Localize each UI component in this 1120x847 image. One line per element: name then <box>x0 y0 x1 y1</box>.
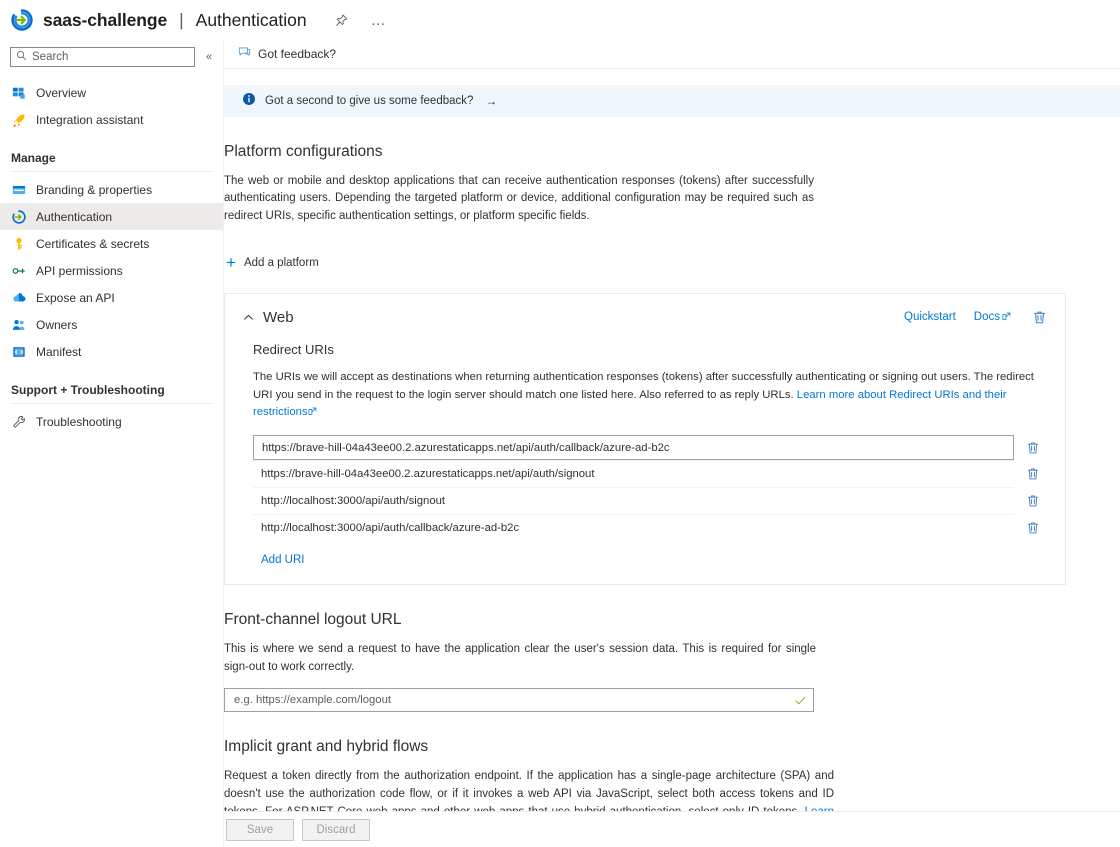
sidebar-item-integration-assistant[interactable]: Integration assistant <box>0 106 223 133</box>
cloud-icon <box>11 290 27 306</box>
implicit-grant-title: Implicit grant and hybrid flows <box>224 738 429 756</box>
sidebar-group-title-manage: Manage <box>11 151 56 165</box>
sidebar-item-label: Certificates & secrets <box>36 236 150 251</box>
sidebar-item-label: Owners <box>36 317 78 332</box>
redirect-uri-row: http://localhost:3000/api/auth/callback/… <box>253 514 1043 541</box>
web-card-title: Web <box>263 308 294 326</box>
got-feedback-button[interactable]: Got feedback? <box>233 44 341 64</box>
command-bar: Got feedback? <box>224 40 1120 69</box>
chevron-up-icon[interactable] <box>239 308 257 326</box>
feedback-icon <box>238 46 251 62</box>
api-permissions-icon <box>11 263 27 279</box>
quickstart-link[interactable]: Quickstart <box>904 311 956 323</box>
redirect-uri-value[interactable]: http://localhost:3000/api/auth/callback/… <box>253 514 1014 541</box>
plus-icon: + <box>226 253 236 273</box>
sidebar-item-branding-properties[interactable]: Branding & properties <box>0 176 223 203</box>
sidebar-group-title-support: Support + Troubleshooting <box>11 383 165 397</box>
sidebar-item-label: Troubleshooting <box>36 414 122 429</box>
footer-command-bar: Save Discard <box>224 811 1120 847</box>
got-feedback-label: Got feedback? <box>258 47 337 61</box>
sidebar-item-expose-an-api[interactable]: Expose an API <box>0 284 223 311</box>
sidebar-search-row: « <box>0 47 223 67</box>
key-icon <box>11 236 27 252</box>
delete-redirect-uri-button[interactable] <box>1023 438 1043 458</box>
sidebar-divider <box>11 171 212 172</box>
redirect-uris-description: The URIs we will accept as destinations … <box>253 369 1043 423</box>
external-link-icon <box>1002 311 1011 323</box>
owners-people-icon <box>11 317 27 333</box>
collapse-sidebar-icon[interactable]: « <box>201 49 217 65</box>
sidebar-item-label: Overview <box>36 85 87 100</box>
platform-configurations-description: The web or mobile and desktop applicatio… <box>224 174 814 223</box>
sidebar: « Overview <box>0 40 224 847</box>
docs-link[interactable]: Docs <box>974 311 1011 323</box>
sidebar-item-label: Integration assistant <box>36 112 144 127</box>
sidebar-item-overview[interactable]: Overview <box>0 79 223 106</box>
sidebar-divider <box>11 403 212 404</box>
authentication-icon <box>11 209 27 225</box>
web-card-body: Redirect URIs The URIs we will accept as… <box>225 342 1065 568</box>
info-banner-text: Got a second to give us some feedback? <box>265 95 474 107</box>
web-card-actions: Quickstart Docs <box>904 307 1049 327</box>
redirect-uri-value[interactable]: http://localhost:3000/api/auth/signout <box>253 487 1014 514</box>
external-link-icon <box>308 406 317 418</box>
redirect-uri-input[interactable] <box>253 435 1014 461</box>
docs-link-label: Docs <box>973 311 1000 324</box>
search-input[interactable] <box>32 51 189 63</box>
add-platform-label: Add a platform <box>243 256 319 269</box>
platform-configurations-title: Platform configurations <box>224 143 383 160</box>
delete-platform-button[interactable] <box>1029 307 1049 327</box>
sidebar-item-label: Manifest <box>36 344 82 359</box>
front-channel-logout-description: This is where we send a request to have … <box>224 642 816 673</box>
info-circle-icon <box>242 92 256 111</box>
redirect-uris-title: Redirect URIs <box>253 342 334 358</box>
sidebar-item-owners[interactable]: Owners <box>0 311 223 338</box>
sidebar-item-label: Expose an API <box>36 290 115 305</box>
discard-button[interactable]: Discard <box>302 818 370 841</box>
more-options-icon[interactable]: … <box>369 10 389 30</box>
delete-redirect-uri-button[interactable] <box>1023 491 1043 511</box>
sidebar-item-certificates-secrets[interactable]: Certificates & secrets <box>0 230 223 257</box>
pin-icon[interactable] <box>332 10 352 30</box>
web-card-header: Web Quickstart Docs <box>225 294 1065 329</box>
wrench-icon <box>11 414 27 430</box>
page-shell: « Overview <box>0 40 1120 847</box>
feedback-info-banner[interactable]: Got a second to give us some feedback? → <box>224 85 1120 117</box>
breadcrumb-separator: | <box>179 9 184 30</box>
front-channel-logout-input[interactable] <box>232 693 794 708</box>
sidebar-item-manifest[interactable]: Manifest <box>0 338 223 365</box>
front-channel-logout-title: Front-channel logout URL <box>224 611 402 629</box>
redirect-uri-row <box>253 435 1043 461</box>
main-content: Got feedback? Got a second to give us so… <box>224 40 1120 847</box>
delete-redirect-uri-button[interactable] <box>1023 464 1043 484</box>
rocket-icon <box>11 112 27 128</box>
branding-icon <box>11 182 27 198</box>
sidebar-item-troubleshooting[interactable]: Troubleshooting <box>0 408 223 435</box>
page-app-name[interactable]: saas-challenge <box>43 10 167 31</box>
front-channel-logout-field[interactable] <box>224 688 814 713</box>
manifest-icon <box>11 344 27 360</box>
arrow-right-icon: → <box>485 94 498 108</box>
overview-grid-icon <box>11 85 27 101</box>
sidebar-item-label: Authentication <box>36 209 113 224</box>
sidebar-item-label: API permissions <box>36 263 123 278</box>
add-platform-button[interactable]: + Add a platform <box>224 251 323 274</box>
page-header: saas-challenge | Authentication … <box>0 0 1120 40</box>
checkmark-icon <box>794 694 807 707</box>
search-box[interactable] <box>10 47 195 67</box>
web-platform-card: Web Quickstart Docs Redirect URIs The UR… <box>224 293 1066 586</box>
page-title: Authentication <box>195 9 307 30</box>
authentication-logo-icon <box>10 8 34 32</box>
search-icon <box>16 48 27 66</box>
redirect-uri-value[interactable]: https://brave-hill-04a43ee00.2.azurestat… <box>253 460 1014 487</box>
delete-redirect-uri-button[interactable] <box>1023 518 1043 538</box>
redirect-uri-row: https://brave-hill-04a43ee00.2.azurestat… <box>253 460 1043 487</box>
sidebar-item-label: Branding & properties <box>36 182 153 197</box>
sidebar-item-authentication[interactable]: Authentication <box>0 203 223 230</box>
redirect-uri-row: http://localhost:3000/api/auth/signout <box>253 487 1043 514</box>
add-uri-link[interactable]: Add URI <box>261 554 304 566</box>
sidebar-item-api-permissions[interactable]: API permissions <box>0 257 223 284</box>
save-button[interactable]: Save <box>226 818 294 841</box>
redirect-uri-list: https://brave-hill-04a43ee00.2.azurestat… <box>253 435 1043 541</box>
